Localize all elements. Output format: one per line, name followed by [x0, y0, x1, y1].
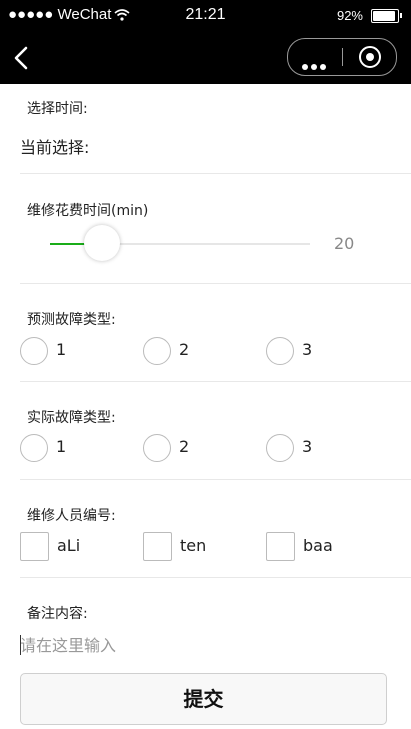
staff-option-label: aLi [57, 536, 81, 555]
divider [20, 283, 411, 284]
divider [20, 577, 411, 578]
time-label: 选择时间: [27, 101, 88, 117]
time-current-picker[interactable]: 当前选择: [20, 134, 89, 158]
submit-button[interactable]: 提交 [20, 673, 387, 725]
battery-percent: 92% [336, 8, 363, 23]
remark-label: 备注内容: [27, 606, 88, 622]
staff-checkbox-1[interactable] [20, 532, 49, 561]
duration-slider-thumb[interactable] [84, 225, 120, 261]
actual-fault-label: 实际故障类型: [27, 410, 116, 426]
duration-label: 维修花费时间(min) [27, 203, 149, 219]
predicted-fault-option-label: 1 [56, 340, 67, 359]
text-cursor [20, 635, 21, 655]
predicted-fault-option-label: 2 [179, 340, 190, 359]
more-dots-icon[interactable] [302, 55, 329, 74]
divider [20, 173, 411, 174]
remark-input[interactable] [20, 634, 380, 656]
status-bar: ●●●●● WeChat 21:21 92% [0, 0, 411, 32]
staff-label: 维修人员编号: [27, 508, 116, 524]
target-circle-icon[interactable] [359, 46, 381, 68]
actual-fault-option-label: 3 [302, 437, 313, 456]
divider [20, 381, 411, 382]
staff-checkbox-3[interactable] [266, 532, 295, 561]
back-chevron-icon[interactable] [10, 44, 34, 72]
predicted-fault-radio-2[interactable] [143, 337, 171, 365]
duration-value: 20 [334, 234, 355, 253]
actual-fault-radio-2[interactable] [143, 434, 171, 462]
staff-checkbox-2[interactable] [143, 532, 172, 561]
actual-fault-option-label: 1 [56, 437, 67, 456]
battery-icon [371, 9, 402, 23]
divider [20, 479, 411, 480]
actual-fault-radio-3[interactable] [266, 434, 294, 462]
actual-fault-option-label: 2 [179, 437, 190, 456]
predicted-fault-radio-1[interactable] [20, 337, 48, 365]
predicted-fault-label: 预测故障类型: [27, 312, 116, 328]
nav-bar [0, 32, 411, 84]
staff-option-label: ten [180, 536, 207, 555]
predicted-fault-option-label: 3 [302, 340, 313, 359]
staff-option-label: baa [303, 536, 333, 555]
predicted-fault-radio-3[interactable] [266, 337, 294, 365]
actual-fault-radio-1[interactable] [20, 434, 48, 462]
mini-program-capsule [287, 38, 397, 76]
